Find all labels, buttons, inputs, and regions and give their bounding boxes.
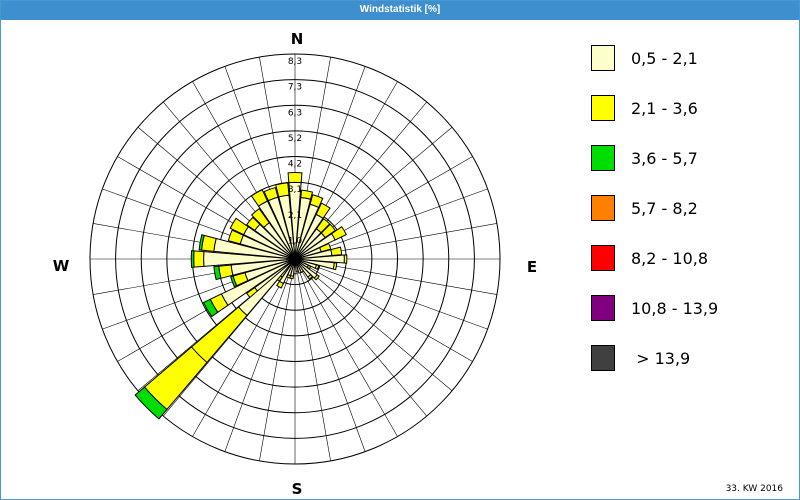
legend-item-2: 2,1 - 3,6 — [591, 95, 791, 123]
window-title: Windstatistik [%] — [1, 1, 799, 20]
legend-swatch-5 — [591, 245, 615, 271]
legend-swatch-1 — [591, 45, 615, 71]
radial-tick-label: 3,1 — [288, 185, 302, 195]
period-label: 33. KW 2016 — [725, 484, 783, 494]
compass-west: W — [53, 257, 70, 275]
radial-tick-label: 8,3 — [288, 57, 302, 67]
wind-bar-270-class-2 — [193, 250, 205, 268]
legend-swatch-3 — [591, 145, 615, 171]
wind-bar-100-class-2 — [332, 262, 338, 271]
wind-rose-bars — [134, 172, 348, 420]
radial-tick-label: 2,1 — [288, 211, 302, 221]
legend-label-1: 0,5 - 2,1 — [631, 49, 698, 68]
legend-swatch-2 — [591, 95, 615, 121]
legend-label-2: 2,1 - 3,6 — [631, 99, 698, 118]
radial-tick-label: 4,2 — [288, 160, 302, 170]
compass-south: S — [292, 480, 303, 498]
radial-tick-label: 5,2 — [288, 134, 302, 144]
legend-item-3: 3,6 - 5,7 — [591, 145, 791, 173]
legend-item-1: 0,5 - 2,1 — [591, 45, 791, 73]
legend-item-6: 10,8 - 13,9 — [591, 295, 791, 323]
compass-north: N — [291, 30, 304, 48]
wind-bar-90-class-2 — [343, 254, 348, 264]
compass-east: E — [527, 258, 537, 276]
wind-rose: 1,0 2,1 3,1 4,2 5,2 6,3 7,3 8,3 N E S W — [53, 30, 537, 498]
wind-bar-270-class-3 — [190, 250, 195, 268]
radial-tick-label: 6,3 — [288, 108, 302, 118]
legend-label-7: > 13,9 — [631, 349, 691, 368]
grid-spoke — [294, 258, 488, 330]
legend-item-5: 8,2 - 10,8 — [591, 245, 791, 273]
radial-tick-label: 1,0 — [288, 236, 303, 246]
wind-bar-80-class-2 — [330, 246, 343, 257]
wind-bar-10-class-2 — [300, 189, 314, 200]
legend-swatch-7 — [591, 345, 615, 371]
legend-swatch-6 — [591, 295, 615, 321]
grid-spoke — [294, 258, 453, 392]
radial-tick-label: 7,3 — [288, 83, 302, 93]
legend-item-4: 5,7 - 8,2 — [591, 195, 791, 223]
legend-label-5: 8,2 - 10,8 — [631, 249, 709, 268]
legend-label-6: 10,8 - 13,9 — [631, 299, 719, 318]
legend-swatch-4 — [591, 195, 615, 221]
chart-window: Windstatistik [%] 1,0 2,1 3,1 4,2 5,2 6,3 7,3 8… — [0, 0, 800, 500]
legend-item-7: > 13,9 — [591, 345, 791, 373]
legend-label-4: 5,7 - 8,2 — [631, 199, 698, 218]
grid-spoke — [294, 258, 428, 417]
legend-label-3: 3,6 - 5,7 — [631, 149, 698, 168]
wind-bar-110-class-2 — [314, 264, 320, 270]
wind-bar-0-class-2 — [287, 172, 303, 184]
grid-spoke — [294, 258, 366, 452]
